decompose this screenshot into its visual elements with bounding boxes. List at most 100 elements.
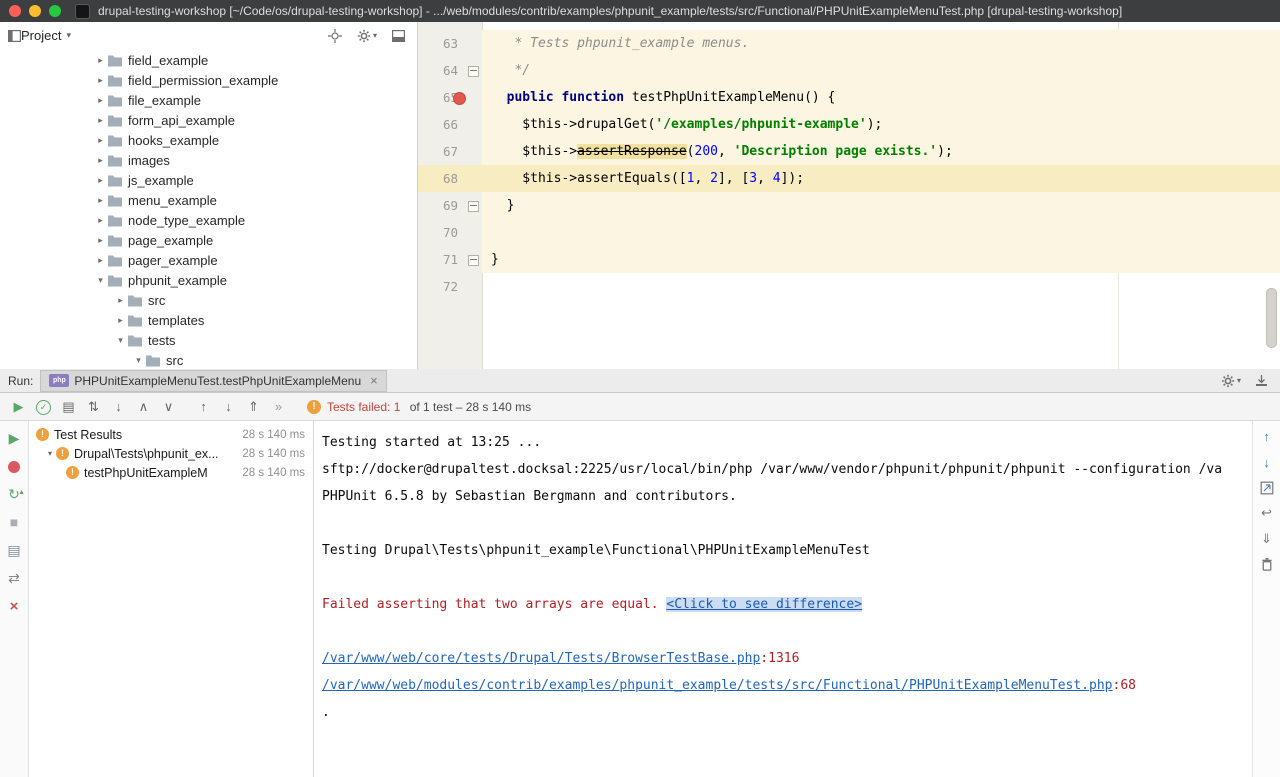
rerun-failed-tests-icon[interactable]: ↻▲ [5, 485, 23, 504]
soft-wrap-icon[interactable]: ↩ [1261, 505, 1272, 521]
chevron-right-icon[interactable]: ▸ [114, 295, 127, 306]
show-ignored-icon[interactable]: ▤ [56, 399, 81, 415]
gutter-cell[interactable]: 66 [418, 111, 482, 138]
scroll-to-end-icon[interactable]: ⇓ [1261, 531, 1272, 547]
test-results-root-row[interactable]: ! Test Results 28 s 140 ms [30, 425, 313, 444]
line-number[interactable]: 70 [418, 219, 482, 246]
collapse-all-icon[interactable]: ∨ [156, 399, 181, 415]
chevron-right-icon[interactable]: ▸ [94, 95, 107, 106]
hide-run-panel-icon[interactable] [1255, 374, 1268, 387]
test-console-output[interactable]: Testing started at 13:25 ... sftp://dock… [314, 421, 1252, 777]
see-difference-link[interactable]: <Click to see difference> [666, 597, 862, 612]
code-line[interactable]: 63 * Tests phpunit_example menus. [418, 30, 1280, 57]
tree-item-field-example[interactable]: ▸field_example [0, 50, 417, 70]
run-config-tab[interactable]: php PHPUnitExampleMenuTest.testPhpUnitEx… [40, 370, 386, 392]
tree-item-tests[interactable]: ▾tests [0, 330, 417, 350]
code-line[interactable]: 69 } [418, 192, 1280, 219]
tree-item-node-type-example[interactable]: ▸node_type_example [0, 210, 417, 230]
close-window-button[interactable] [9, 5, 21, 17]
close-run-panel-icon[interactable]: × [5, 597, 23, 616]
down-the-stack-trace-icon[interactable]: ↓ [1263, 455, 1270, 471]
zoom-window-button[interactable] [49, 5, 61, 17]
tree-item-images[interactable]: ▸images [0, 150, 417, 170]
code-line[interactable]: 72 [418, 273, 1280, 300]
chevron-right-icon[interactable]: ▸ [94, 255, 107, 266]
chevron-right-icon[interactable]: ▸ [94, 115, 107, 126]
fold-icon[interactable] [468, 66, 479, 77]
chevron-right-icon[interactable]: ▸ [94, 215, 107, 226]
hide-panel-icon[interactable] [392, 30, 405, 42]
next-failed-test-icon[interactable]: ↓ [216, 399, 241, 414]
chevron-right-icon[interactable]: ▸ [94, 55, 107, 66]
profiler-icon[interactable] [5, 457, 23, 476]
failed-test-marker-icon[interactable] [453, 92, 466, 105]
tree-item-src[interactable]: ▸src [0, 290, 417, 310]
rerun-icon[interactable]: ▶ [6, 399, 31, 415]
line-number[interactable]: 66 [418, 111, 482, 138]
chevron-right-icon[interactable]: ▸ [94, 175, 107, 186]
chevron-right-icon[interactable]: ▸ [94, 75, 107, 86]
gutter-cell[interactable]: 71 [418, 246, 482, 273]
sort-by-duration-icon[interactable]: ↓ [106, 399, 131, 414]
tree-item-templates[interactable]: ▸templates [0, 310, 417, 330]
chevron-right-icon[interactable]: ▸ [94, 155, 107, 166]
chevron-down-icon[interactable]: ▾ [66, 30, 71, 41]
line-number[interactable]: 63 [418, 30, 482, 57]
tree-item-hooks-example[interactable]: ▸hooks_example [0, 130, 417, 150]
clear-console-icon[interactable] [1260, 557, 1274, 572]
chevron-right-icon[interactable]: ▸ [94, 135, 107, 146]
run-settings-gear-icon[interactable]: ▾ [1221, 374, 1241, 388]
code-line[interactable]: 71 } [418, 246, 1280, 273]
tree-item-field-permission-example[interactable]: ▸field_permission_example [0, 70, 417, 90]
project-panel-title[interactable]: Project [21, 28, 61, 43]
gutter-cell[interactable]: 68 [418, 165, 482, 192]
code-line[interactable]: 67 $this->assertResponse(200, 'Descripti… [418, 138, 1280, 165]
gutter-cell[interactable]: 72 [418, 273, 482, 300]
gutter-cell[interactable]: 64 [418, 57, 482, 84]
code-editor[interactable]: 63 * Tests phpunit_example menus. 64 */ … [418, 22, 1280, 369]
gutter-cell[interactable]: 70 [418, 219, 482, 246]
tree-item-page-example[interactable]: ▸page_example [0, 230, 417, 250]
chevron-down-icon[interactable]: ▾ [114, 335, 127, 346]
code-line[interactable]: 70 [418, 219, 1280, 246]
code-line[interactable]: 64 */ [418, 57, 1280, 84]
test-method-row[interactable]: ! testPhpUnitExampleM 28 s 140 ms [30, 463, 313, 482]
tree-item-phpunit-example[interactable]: ▾phpunit_example [0, 270, 417, 290]
tree-item-tests-src[interactable]: ▾src [0, 350, 417, 369]
gutter-cell[interactable]: 69 [418, 192, 482, 219]
code-line[interactable]: 65 public function testPhpUnitExampleMen… [418, 84, 1280, 111]
tree-item-js-example[interactable]: ▸js_example [0, 170, 417, 190]
up-the-stack-trace-icon[interactable]: ↑ [1263, 429, 1270, 445]
test-class-row[interactable]: ▾ ! Drupal\Tests\phpunit_ex... 28 s 140 … [30, 444, 313, 463]
locate-file-icon[interactable] [328, 29, 342, 43]
tree-item-file-example[interactable]: ▸file_example [0, 90, 417, 110]
code-line-current[interactable]: 68 $this->assertEquals([1, 2], [3, 4]); [418, 165, 1280, 192]
line-number[interactable]: 67 [418, 138, 482, 165]
code-line[interactable]: 66 $this->drupalGet('/examples/phpunit-e… [418, 111, 1280, 138]
fold-icon[interactable] [468, 255, 479, 266]
project-settings-gear-icon[interactable]: ▾ [357, 29, 377, 43]
import-test-results-icon[interactable]: ⇑ [241, 399, 266, 415]
chevron-right-icon[interactable]: ▸ [94, 195, 107, 206]
expand-all-icon[interactable]: ∧ [131, 399, 156, 415]
stack-trace-link[interactable]: /var/www/web/core/tests/Drupal/Tests/Bro… [322, 651, 760, 666]
previous-failed-test-icon[interactable]: ↑ [191, 399, 216, 414]
chevron-down-icon[interactable]: ▾ [94, 275, 107, 286]
line-number[interactable]: 72 [418, 273, 482, 300]
stop-icon[interactable]: ■ [5, 513, 23, 532]
minimize-window-button[interactable] [29, 5, 41, 17]
tree-item-menu-example[interactable]: ▸menu_example [0, 190, 417, 210]
line-number[interactable]: 65 [418, 84, 482, 111]
restore-layout-icon[interactable]: ⇄ [5, 569, 23, 588]
more-icon[interactable]: » [266, 399, 291, 414]
fold-icon[interactable] [468, 201, 479, 212]
dump-threads-icon[interactable]: ▤ [5, 541, 23, 560]
close-tab-icon[interactable]: × [370, 373, 378, 388]
editor-scrollbar-thumb[interactable] [1266, 288, 1277, 348]
line-number[interactable]: 68 [418, 165, 482, 192]
gutter-cell[interactable]: 67 [418, 138, 482, 165]
chevron-right-icon[interactable]: ▸ [94, 235, 107, 246]
export-test-results-icon[interactable] [1260, 481, 1274, 495]
tree-item-form-api-example[interactable]: ▸form_api_example [0, 110, 417, 130]
chevron-down-icon[interactable]: ▾ [44, 449, 56, 458]
